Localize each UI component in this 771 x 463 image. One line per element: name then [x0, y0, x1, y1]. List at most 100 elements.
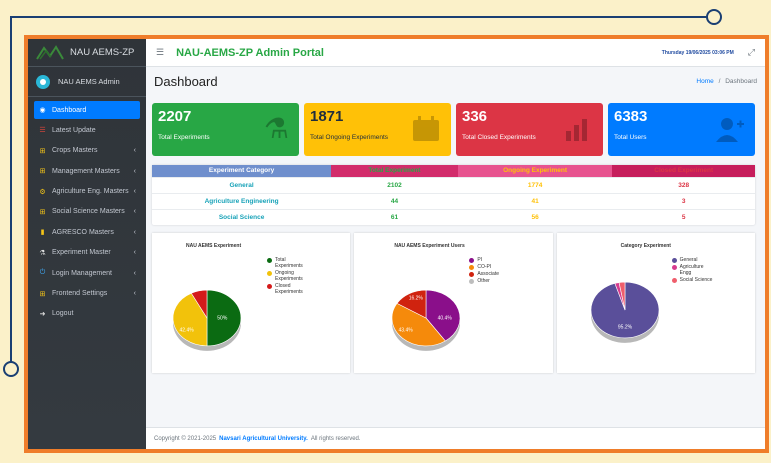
legend-label: General — [679, 257, 698, 263]
pie-chart-card: NAU AEMS Experiment Users 40.4% 43.4% 16.2%… — [354, 233, 553, 373]
table-cell: 3 — [612, 192, 755, 209]
breadcrumb-separator: / — [718, 77, 721, 85]
sidebar-item-label: Agriculture Eng. Masters — [52, 188, 129, 196]
sidebar-item-dashboard[interactable]: ◉ Dashboard — [34, 101, 140, 119]
sidebar-item-agresco-masters[interactable]: ▮ AGRESCO Masters ‹ — [34, 223, 140, 241]
calendar-icon — [413, 116, 439, 141]
table-header: Closed Experiment — [612, 165, 755, 177]
sidebar-item-label: Management Masters — [52, 167, 120, 175]
chevron-left-icon: ‹ — [133, 147, 136, 155]
chevron-left-icon: ‹ — [133, 228, 136, 236]
legend-swatch — [469, 257, 475, 263]
legend-item[interactable]: Agriculture Engg — [671, 264, 714, 276]
brand[interactable]: NAU AEMS-ZP — [28, 39, 146, 67]
legend-item[interactable]: Closed Experiments — [267, 283, 309, 295]
table-cell: 56 — [457, 208, 613, 225]
chart-legend: General Agriculture Engg Social Science — [671, 257, 714, 284]
sidebar-item-label: Logout — [52, 310, 74, 318]
legend-swatch — [267, 270, 272, 276]
table-cell: Social Science — [152, 208, 332, 225]
power-icon: ⏻ — [39, 269, 46, 277]
legend-swatch — [469, 278, 475, 284]
sidebar-item-frontend-settings[interactable]: ⊞ Frontend Settings ‹ — [34, 285, 140, 303]
stat-box-total-users[interactable]: 6383 Total Users — [608, 103, 755, 156]
chevron-left-icon: ‹ — [133, 269, 136, 277]
breadcrumb-home-link[interactable]: Home — [696, 78, 713, 85]
sidebar-item-logout[interactable]: ➜ Logout — [34, 305, 140, 323]
table-cell: 328 — [612, 176, 755, 193]
fullscreen-icon[interactable]: ⤢ — [748, 47, 755, 58]
table-header-row: Experiment Category Total Experiment Ong… — [152, 165, 755, 177]
table-cell: 44 — [331, 192, 458, 209]
content-header: Dashboard Home / Dashboard — [146, 67, 765, 95]
legend-label: PI — [477, 257, 483, 263]
experiment-category-table: Experiment Category Total Experiment Ong… — [152, 165, 755, 225]
stat-box-total-experiments[interactable]: 2207 Total Experiments ⚗ — [152, 103, 299, 156]
legend-label: Agriculture Engg — [679, 264, 704, 276]
legend-item[interactable]: Total Experiments — [267, 257, 309, 269]
legend-label: Social Science — [679, 277, 713, 283]
sidebar-item-crops-masters[interactable]: ⊞ Crops Masters ‹ — [34, 142, 140, 160]
table-cell: 41 — [457, 192, 613, 209]
sidebar-item-label: Dashboard — [52, 106, 87, 114]
table-header: Ongoing Experiment — [457, 165, 613, 177]
app-window: NAU AEMS-ZP NAU AEMS Admin ◉ Dashboard ☰ La… — [24, 35, 769, 453]
stat-box-ongoing-experiments[interactable]: 1871 Total Ongoing Experiments — [304, 103, 451, 156]
user-panel[interactable]: NAU AEMS Admin — [28, 67, 146, 97]
chart-legend: PI CO-PI Associate Other — [469, 257, 499, 285]
pie-chart: 95.2% — [590, 281, 659, 343]
legend-swatch — [469, 264, 475, 270]
sidebar-nav: ◉ Dashboard ☰ Latest Update ⊞ Crops Masters ‹ ⊞… — [28, 97, 146, 329]
legend-item[interactable]: Social Science — [671, 277, 714, 283]
plus-square-icon: ⊞ — [39, 208, 46, 216]
sidebar-item-label: Frontend Settings — [52, 290, 108, 298]
table-cell: General — [152, 176, 332, 193]
sidebar-item-management-masters[interactable]: ⊞ Management Masters ‹ — [34, 162, 140, 180]
user-plus-icon — [716, 118, 744, 142]
legend-label: Total Experiments — [275, 257, 303, 269]
sidebar-item-login-management[interactable]: ⏻ Login Management ‹ — [34, 264, 140, 282]
plus-square-icon: ⊞ — [39, 290, 46, 298]
legend-item[interactable]: PI — [469, 257, 499, 263]
sidebar-item-experiment-master[interactable]: ⚗ Experiment Master ‹ — [34, 244, 140, 262]
legend-item[interactable]: General — [671, 257, 714, 263]
legend-label: CO-PI — [477, 264, 492, 270]
charts-row: NAU AEMS Experiment 50% 42.4% Total Experim… — [152, 233, 755, 373]
pie-chart-card: NAU AEMS Experiment 50% 42.4% Total Experim… — [152, 233, 351, 373]
legend-item[interactable]: Ongoing Experiments — [267, 270, 309, 282]
topbar: ☰ NAU-AEMS-ZP Admin Portal Thursday 19/0… — [146, 39, 765, 67]
sidebar-item-latest-update[interactable]: ☰ Latest Update — [34, 121, 140, 139]
user-name: NAU AEMS Admin — [58, 77, 120, 86]
chevron-left-icon: ‹ — [133, 167, 136, 175]
sidebar-item-social-science-masters[interactable]: ⊞ Social Science Masters ‹ — [34, 203, 140, 221]
hamburger-menu-icon[interactable]: ☰ — [156, 47, 164, 58]
legend-item[interactable]: CO-PI — [469, 264, 499, 270]
legend-swatch — [671, 277, 677, 283]
pie-slice-label: 95.2% — [618, 325, 633, 331]
page-title: Dashboard — [154, 73, 218, 89]
chevron-left-icon: ‹ — [133, 188, 136, 196]
chevron-left-icon: ‹ — [133, 290, 136, 298]
pie-slice-label: 42.4% — [180, 328, 195, 334]
table-cell: Agriculture Engineering — [152, 192, 332, 209]
breadcrumb: Home / Dashboard — [696, 78, 757, 85]
datetime-display: Thursday 19/06/2025 03:06 PM — [661, 49, 734, 56]
pie-slice-label: 16.2% — [409, 295, 424, 301]
breadcrumb-current: Dashboard — [725, 77, 757, 85]
stat-boxes: 2207 Total Experiments ⚗ 1871 Total Ongo… — [152, 103, 755, 156]
legend-swatch — [267, 257, 272, 263]
sidebar: NAU AEMS-ZP NAU AEMS Admin ◉ Dashboard ☰ La… — [28, 39, 146, 449]
stat-box-closed-experiments[interactable]: 336 Total Closed Experiments — [456, 103, 603, 156]
sidebar-item-label: Crops Masters — [52, 147, 98, 155]
sidebar-item-label: Experiment Master — [52, 249, 111, 257]
legend-item[interactable]: Other — [469, 278, 499, 284]
table-row: Social Science 61 56 5 — [152, 208, 755, 225]
pie-chart: 40.4% 43.4% 16.2% — [392, 289, 461, 351]
sidebar-item-agriculture-eng-masters[interactable]: ⚙ Agriculture Eng. Masters ‹ — [34, 183, 140, 201]
legend-label: Other — [477, 278, 490, 284]
plus-square-icon: ⊞ — [39, 168, 46, 176]
footer-org-link[interactable]: Navsari Agricultural University. — [219, 436, 308, 442]
legend-label: Closed Experiments — [275, 283, 303, 295]
flask-icon: ⚗ — [39, 249, 46, 257]
legend-item[interactable]: Associate — [469, 271, 499, 277]
